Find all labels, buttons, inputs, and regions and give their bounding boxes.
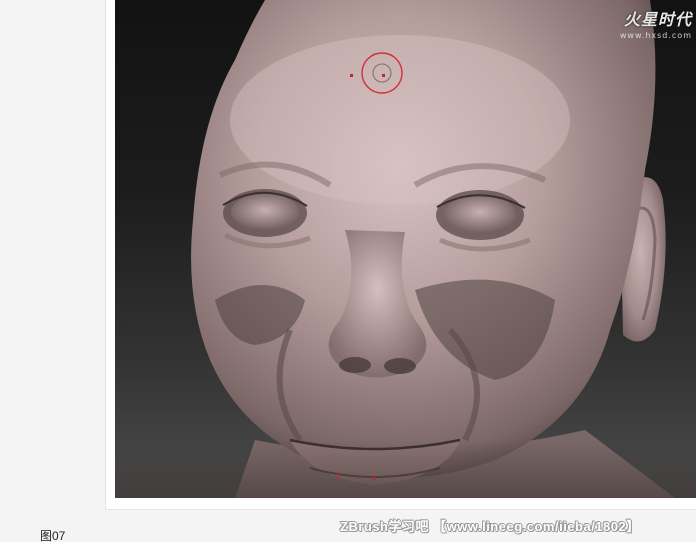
forum-stamp: ZBrush学习吧 【www.lineeg.com/iieba/1802】 (340, 519, 640, 534)
left-eye (231, 194, 299, 230)
sculpt-render (115, 0, 696, 498)
page: 火星时代 www.hxsd.com ZBrush学习吧 【www.lineeg.… (0, 0, 696, 542)
right-eye (444, 195, 516, 233)
symmetry-marker-right (373, 477, 376, 480)
zbrush-viewport[interactable]: 火星时代 www.hxsd.com (115, 0, 696, 498)
watermark: 火星时代 www.hxsd.com (620, 6, 692, 40)
figure-caption: 图07 (40, 529, 66, 542)
watermark-url: www.hxsd.com (619, 31, 692, 40)
symmetry-marker-left (337, 474, 340, 477)
watermark-logo: 火星时代 (623, 10, 692, 29)
